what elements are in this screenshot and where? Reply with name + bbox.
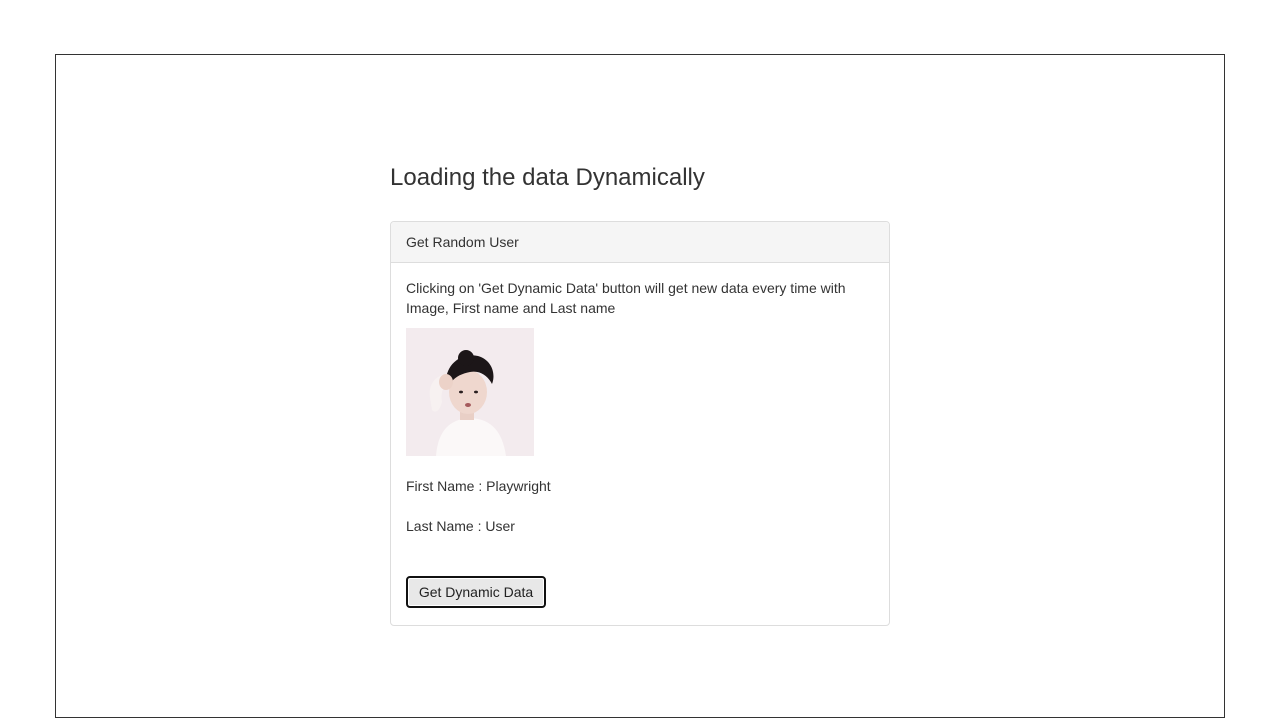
page-title: Loading the data Dynamically xyxy=(390,164,705,191)
get-dynamic-data-button[interactable]: Get Dynamic Data xyxy=(406,576,546,608)
random-user-card: Get Random User Clicking on 'Get Dynamic… xyxy=(390,221,890,626)
last-name-text: Last Name : User xyxy=(406,518,515,534)
card-header: Get Random User xyxy=(391,222,889,263)
user-avatar xyxy=(406,328,534,456)
first-name-text: First Name : Playwright xyxy=(406,478,551,494)
card-description: Clicking on 'Get Dynamic Data' button wi… xyxy=(406,280,846,316)
